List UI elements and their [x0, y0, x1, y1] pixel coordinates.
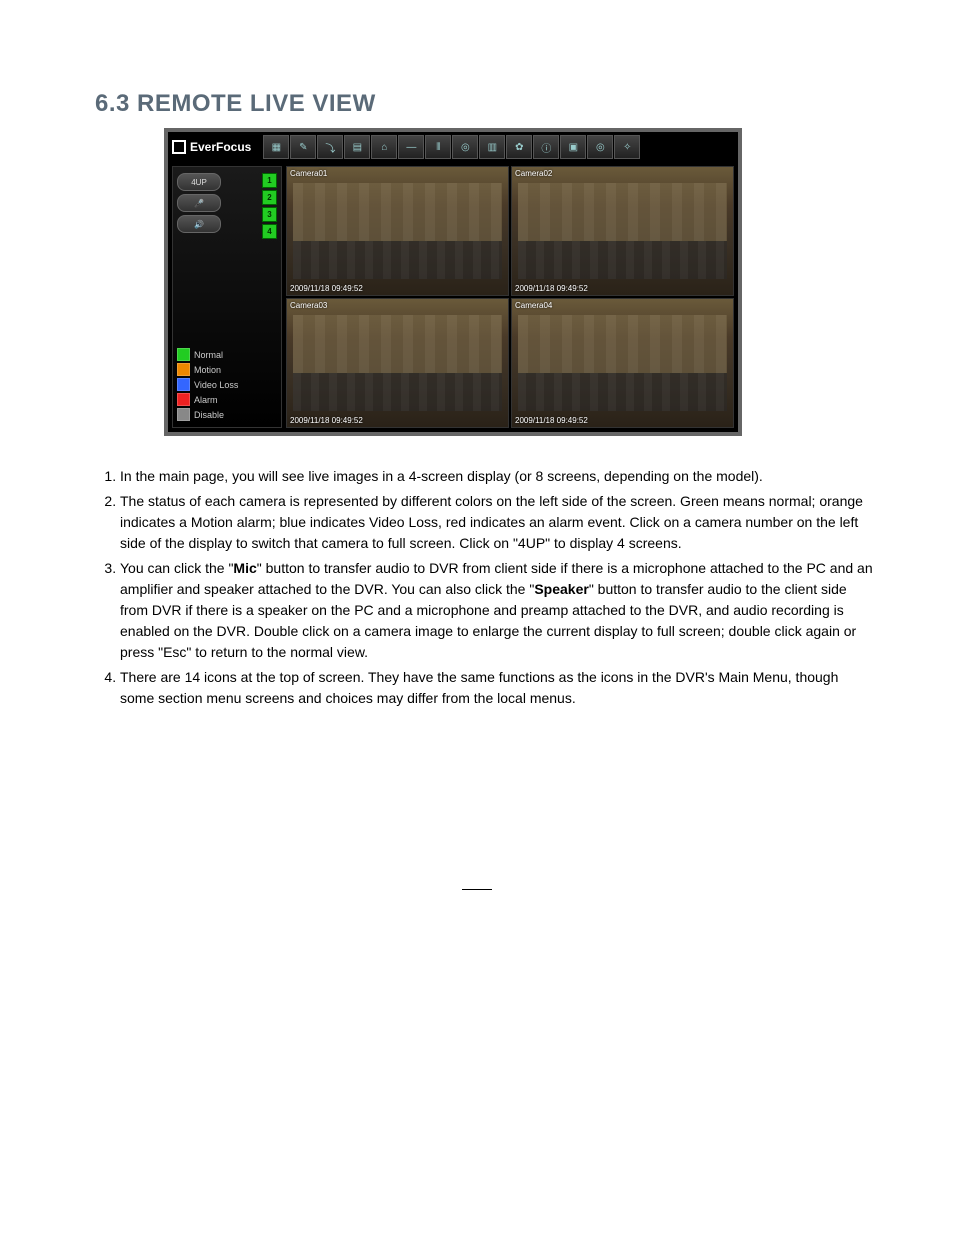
legend-swatch — [177, 378, 190, 391]
camera-tile[interactable]: Camera02 2009/11/18 09:49:52 — [511, 166, 734, 296]
legend-row: Motion — [177, 363, 277, 376]
toolbar-icon[interactable]: ⌂ — [371, 135, 397, 159]
camera-name: Camera04 — [515, 301, 552, 310]
dvr-toolbar: EverFocus ▦✎⤵▤⌂—⫴◎▥✿ⓘ▣◎✧ — [168, 132, 738, 162]
camera-name: Camera01 — [290, 169, 327, 178]
camera-number-button[interactable]: 3 — [262, 207, 277, 222]
legend-label: Disable — [194, 410, 224, 420]
camera-grid: Camera01 2009/11/18 09:49:52 Camera02 2009/… — [286, 162, 738, 432]
toolbar-icons: ▦✎⤵▤⌂—⫴◎▥✿ⓘ▣◎✧ — [263, 135, 640, 159]
dvr-screenshot: EverFocus ▦✎⤵▤⌂—⫴◎▥✿ⓘ▣◎✧ 4UP 🎤 🔊 1234 No… — [164, 128, 874, 436]
legend-row: Normal — [177, 348, 277, 361]
page-footer-rule — [462, 889, 492, 890]
speaker-button[interactable]: 🔊 — [177, 215, 221, 233]
camera-name: Camera03 — [290, 301, 327, 310]
legend-swatch — [177, 408, 190, 421]
camera-number-button[interactable]: 4 — [262, 224, 277, 239]
instruction-item: There are 14 icons at the top of screen.… — [120, 667, 874, 709]
speaker-term: Speaker — [534, 581, 588, 597]
toolbar-icon[interactable]: ⫴ — [425, 135, 451, 159]
brand: EverFocus — [172, 140, 251, 154]
four-up-button[interactable]: 4UP — [177, 173, 221, 191]
text: You can click the " — [120, 560, 233, 576]
legend-label: Normal — [194, 350, 223, 360]
toolbar-icon[interactable]: ▤ — [344, 135, 370, 159]
instruction-item: The status of each camera is represented… — [120, 491, 874, 554]
camera-number-button[interactable]: 1 — [262, 173, 277, 188]
toolbar-icon[interactable]: ▥ — [479, 135, 505, 159]
brand-logo-icon — [172, 140, 186, 154]
toolbar-icon[interactable]: ✿ — [506, 135, 532, 159]
instruction-item: You can click the "Mic" button to transf… — [120, 558, 874, 663]
camera-timestamp: 2009/11/18 09:49:52 — [515, 416, 588, 425]
camera-timestamp: 2009/11/18 09:49:52 — [290, 284, 363, 293]
camera-timestamp: 2009/11/18 09:49:52 — [515, 284, 588, 293]
toolbar-icon[interactable]: ▦ — [263, 135, 289, 159]
toolbar-icon[interactable]: ✧ — [614, 135, 640, 159]
legend-row: Alarm — [177, 393, 277, 406]
mic-button[interactable]: 🎤 — [177, 194, 221, 212]
camera-tile[interactable]: Camera03 2009/11/18 09:49:52 — [286, 298, 509, 428]
toolbar-icon[interactable]: ⤵ — [317, 135, 343, 159]
legend-label: Motion — [194, 365, 221, 375]
section-heading: 6.3 REMOTE LIVE VIEW — [95, 90, 874, 118]
legend-row: Video Loss — [177, 378, 277, 391]
brand-text: EverFocus — [190, 140, 251, 154]
toolbar-icon[interactable]: ◎ — [587, 135, 613, 159]
instruction-list: In the main page, you will see live imag… — [80, 466, 874, 709]
camera-name: Camera02 — [515, 169, 552, 178]
camera-tile[interactable]: Camera04 2009/11/18 09:49:52 — [511, 298, 734, 428]
toolbar-icon[interactable]: ✎ — [290, 135, 316, 159]
legend-swatch — [177, 393, 190, 406]
legend-label: Video Loss — [194, 380, 238, 390]
legend-row: Disable — [177, 408, 277, 421]
legend-swatch — [177, 363, 190, 376]
toolbar-icon[interactable]: ⓘ — [533, 135, 559, 159]
legend-label: Alarm — [194, 395, 218, 405]
legend-swatch — [177, 348, 190, 361]
status-legend: Normal Motion Video Loss Alarm Disable — [177, 348, 277, 421]
mic-term: Mic — [233, 560, 256, 576]
toolbar-icon[interactable]: ▣ — [560, 135, 586, 159]
dvr-window: EverFocus ▦✎⤵▤⌂—⫴◎▥✿ⓘ▣◎✧ 4UP 🎤 🔊 1234 No… — [164, 128, 742, 436]
instruction-item: In the main page, you will see live imag… — [120, 466, 874, 487]
sidebar: 4UP 🎤 🔊 1 2 3 4 Normal Motion Video Loss Alarm… — [172, 166, 282, 428]
camera-tile[interactable]: Camera01 2009/11/18 09:49:52 — [286, 166, 509, 296]
camera-number-button[interactable]: 2 — [262, 190, 277, 205]
toolbar-icon[interactable]: ◎ — [452, 135, 478, 159]
camera-timestamp: 2009/11/18 09:49:52 — [290, 416, 363, 425]
toolbar-icon[interactable]: — — [398, 135, 424, 159]
camera-number-list: 1 2 3 4 — [262, 173, 277, 239]
